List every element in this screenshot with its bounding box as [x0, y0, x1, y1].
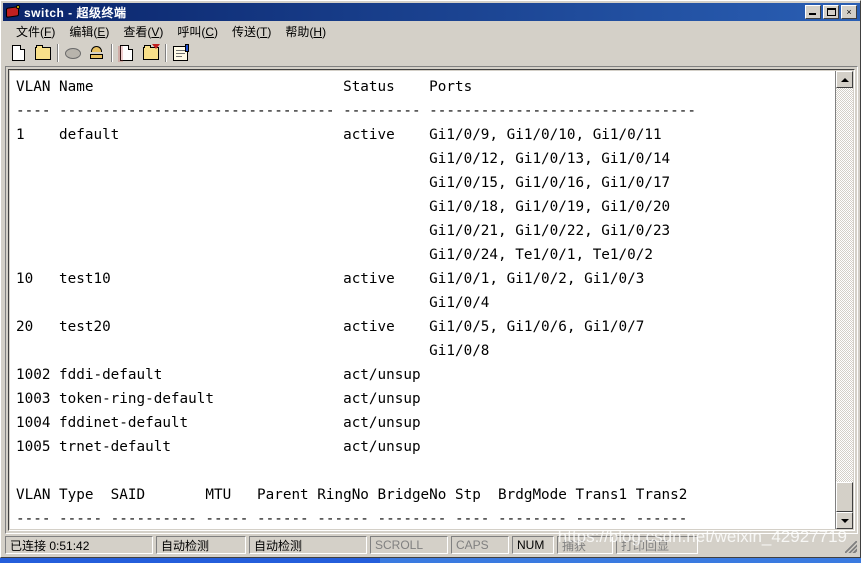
new-connection-button[interactable]: [7, 42, 30, 64]
receive-flag-icon: [152, 44, 160, 49]
menu-view-label: 查看(: [123, 24, 152, 39]
send-file-button[interactable]: [115, 42, 138, 64]
status-detect-protocol: 自动检测: [249, 536, 367, 554]
close-button[interactable]: ×: [841, 5, 857, 19]
menu-help-tail: ): [322, 24, 327, 39]
status-detect-speed: 自动检测: [156, 536, 246, 554]
menu-edit-label: 编辑(: [69, 24, 98, 39]
menu-transfer-label: 传送(: [232, 24, 261, 39]
menu-file[interactable]: 文件(F): [9, 22, 62, 41]
maximize-button[interactable]: [823, 5, 839, 19]
status-scroll-indicator: SCROLL: [370, 536, 448, 554]
terminal-output: VLAN Name Status Ports ---- ------------…: [16, 79, 696, 527]
menu-edit-tail: ): [105, 24, 110, 39]
menu-transfer-tail: ): [267, 24, 272, 39]
call-button[interactable]: [85, 42, 108, 64]
menu-view-tail: ): [159, 24, 164, 39]
menu-call-accel: C: [205, 24, 215, 39]
title-bar[interactable]: switch - 超级终端 ×: [3, 3, 860, 21]
scrollbar-track[interactable]: [836, 88, 853, 512]
status-connected: 已连接 0:51:42: [5, 536, 153, 554]
menu-help-label: 帮助(: [285, 24, 314, 39]
terminal-vertical-scrollbar[interactable]: [836, 71, 853, 529]
menu-bar: 文件(F) 编辑(E) 查看(V) 呼叫(C) 传送(T) 帮助(H): [3, 22, 860, 40]
hyperterminal-icon: [5, 4, 21, 20]
status-caps-indicator: CAPS: [451, 536, 509, 554]
terminal-screen[interactable]: VLAN Name Status Ports ---- ------------…: [10, 71, 836, 529]
menu-call-tail: ): [214, 24, 219, 39]
open-button[interactable]: [31, 42, 54, 64]
properties-icon: [173, 43, 189, 61]
title-bar-buttons: ×: [805, 5, 860, 19]
send-dots-icon: [118, 46, 123, 62]
window-title: switch - 超级终端: [24, 5, 127, 20]
open-folder-icon: [34, 44, 51, 60]
status-bar: 已连接 0:51:42 自动检测 自动检测 SCROLL CAPS NUM 捕获…: [3, 535, 860, 555]
status-print-echo-indicator: 打印回显: [616, 536, 698, 554]
menu-help[interactable]: 帮助(H): [278, 22, 333, 41]
status-capture-indicator: 捕获: [557, 536, 613, 554]
menu-help-accel: H: [313, 24, 323, 39]
menu-edit[interactable]: 编辑(E): [62, 22, 116, 41]
disconnect-button[interactable]: [61, 42, 84, 64]
phone-icon: [89, 45, 104, 61]
scrollbar-thumb[interactable]: [836, 482, 853, 512]
menu-view[interactable]: 查看(V): [116, 22, 170, 41]
scroll-up-arrow[interactable]: [836, 71, 853, 88]
new-page-icon: [12, 45, 25, 61]
minimize-button[interactable]: [805, 5, 821, 19]
menu-transfer[interactable]: 传送(T): [225, 22, 278, 41]
terminal-inner-frame: VLAN Name Status Ports ---- ------------…: [8, 69, 855, 531]
status-num-indicator: NUM: [512, 536, 554, 554]
screen-root: switch - 超级终端 × 文件(F) 编辑(E) 查看(V) 呼叫(C) …: [0, 0, 861, 563]
menu-file-tail: ): [51, 24, 56, 39]
hyperterminal-window: switch - 超级终端 × 文件(F) 编辑(E) 查看(V) 呼叫(C) …: [0, 0, 861, 558]
menu-call-label: 呼叫(: [177, 24, 206, 39]
menu-file-label: 文件(: [16, 24, 44, 39]
terminal-frame: VLAN Name Status Ports ---- ------------…: [5, 66, 858, 534]
status-filler: [701, 536, 842, 554]
scroll-down-arrow[interactable]: [836, 512, 853, 529]
window-resize-grip[interactable]: [842, 536, 858, 554]
toolbar: [3, 40, 860, 66]
disconnect-icon: [64, 47, 81, 59]
properties-button[interactable]: [169, 42, 192, 64]
receive-file-button[interactable]: [139, 42, 162, 64]
menu-call[interactable]: 呼叫(C): [170, 22, 225, 41]
